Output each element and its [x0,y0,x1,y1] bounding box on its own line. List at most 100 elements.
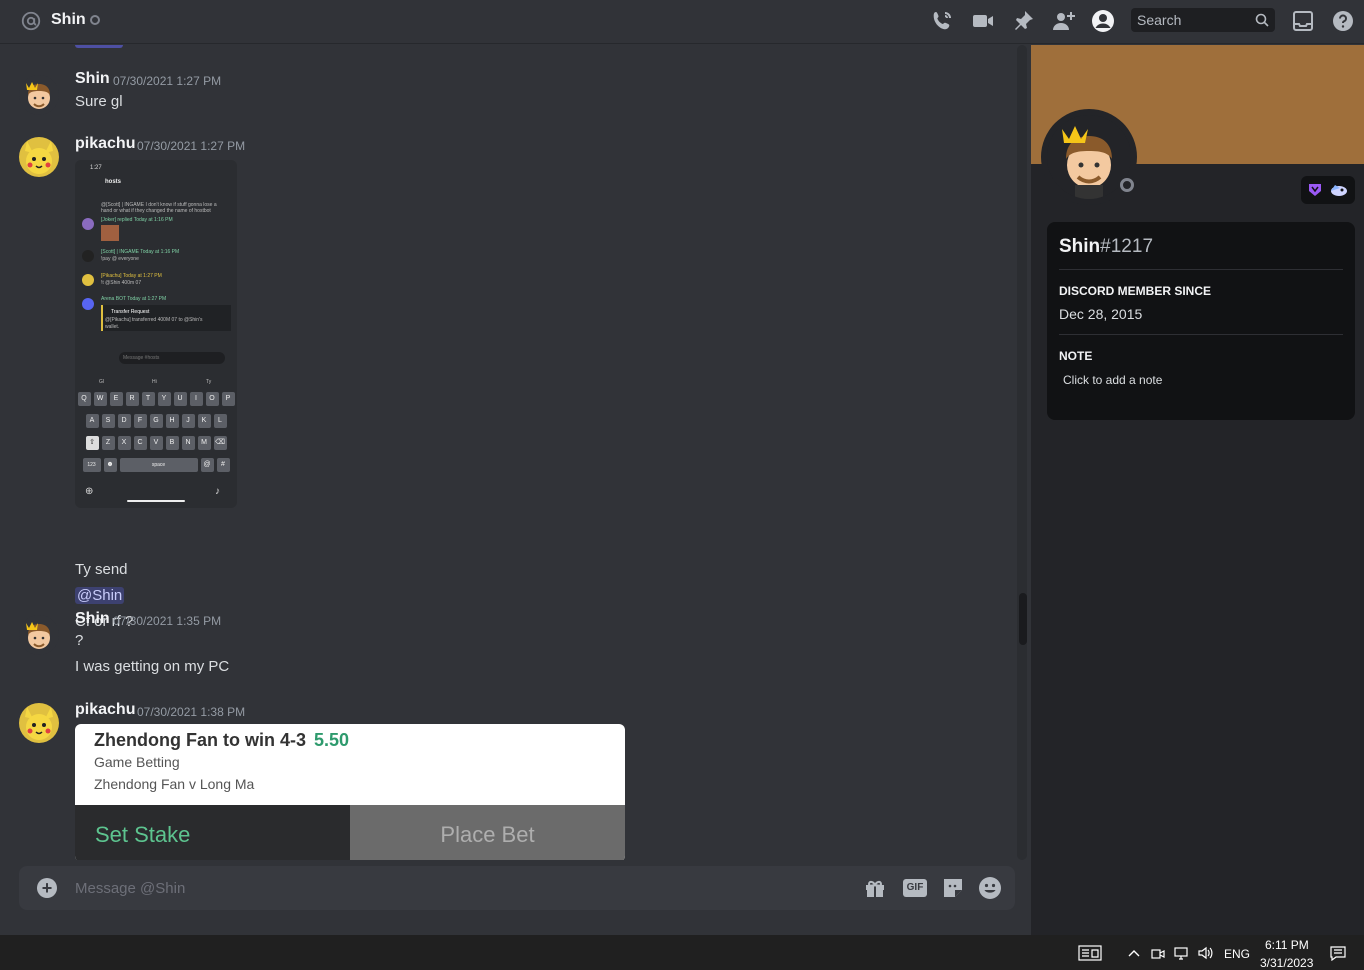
phone-numbers-key: 123 [82,458,101,472]
server-boost-badge-icon[interactable] [1329,181,1349,199]
scrollbar-track[interactable] [1017,45,1027,860]
username[interactable]: pikachu [75,135,135,153]
message: Shin 07/30/2021 1:35 PM ? I was getting … [0,610,1010,680]
phone-key: P [221,392,235,406]
phone-chat-line: hand or what if they changed the name of… [101,208,211,214]
clock-date[interactable]: 3/31/2023 [1260,956,1313,970]
set-stake-button: Set Stake [75,805,350,860]
timestamp: 07/30/2021 1:27 PM [137,139,246,153]
phone-chat-line: !t @Shin 400m 07 [101,280,142,286]
phone-key: R [125,392,139,406]
divider [1059,334,1343,335]
profile-toggle-icon[interactable] [1091,9,1115,33]
gif-button[interactable]: GIF [903,879,927,897]
phone-avatar [82,274,94,286]
user-mention[interactable]: @Shin [75,587,125,604]
nitro-badge-icon[interactable] [1307,182,1323,198]
phone-message-placeholder: Message #hosts [123,355,160,361]
phone-key: G [149,414,163,428]
phone-key: D [117,414,131,428]
phone-key: N [181,436,195,450]
video-call-icon[interactable] [971,9,995,33]
phone-keyboard-row: 123 ☻ space @ # [77,458,235,472]
phone-keyboard-row: Q W E R T Y U I O P [77,392,235,406]
note-input[interactable]: Click to add a note [1063,373,1162,387]
phone-shift-key: ⇧ [85,436,99,450]
phone-chat-line: Arena BOT Today at 1:27 PM [101,296,167,302]
mention-text[interactable]: @Shin [75,587,125,604]
phone-chat-line: wallet. [105,324,120,330]
search-input[interactable] [1131,8,1251,32]
phone-home-indicator [127,500,185,502]
notifications-icon[interactable] [1330,945,1346,962]
phone-avatar [82,250,94,262]
phone-hash-key: # [216,458,230,472]
network-icon[interactable] [1173,945,1189,961]
pin-icon[interactable] [1011,9,1035,33]
message: pikachu 07/30/2021 1:27 PM 1:27 hosts @[… [0,135,1010,630]
language-indicator[interactable]: ENG [1224,947,1250,961]
phone-backspace-key: ⌫ [213,436,227,450]
chevron-up-icon[interactable] [1126,945,1142,961]
phone-channel-name: hosts [105,179,122,185]
phone-key: I [189,392,203,406]
phone-key: X [117,436,131,450]
timestamp: 07/30/2021 1:35 PM [113,614,222,628]
phone-emoji-key: ☻ [103,458,117,472]
inbox-icon[interactable] [1291,9,1315,33]
message-text: Sure gl [75,93,123,110]
phone-key: Y [157,392,171,406]
timestamp: 07/30/2021 1:38 PM [137,705,246,719]
member-since-heading: DISCORD MEMBER SINCE [1059,284,1212,298]
at-sign-icon [20,10,42,32]
phone-chat-line: @[Pikachu] transferred 400M 07 to @Shin'… [105,317,203,323]
search-box[interactable] [1131,8,1275,32]
avatar[interactable] [19,137,59,177]
profile-username[interactable]: Shin [1059,236,1100,257]
message: Shin 07/30/2021 1:27 PM Sure gl [0,70,1010,130]
message-input[interactable] [75,876,835,900]
profile-badges [1301,176,1355,204]
phone-key: J [181,414,195,428]
scrollbar-thumb[interactable] [1019,593,1027,645]
image-attachment[interactable]: 1:27 hosts @[Scott] | INGAME I don't kno… [75,160,237,508]
username[interactable]: pikachu [75,701,135,719]
profile-discriminator[interactable]: #1217 [1100,236,1153,257]
bet-image-attachment[interactable]: Zhendong Fan to win 4-3 5.50 Game Betting… [75,724,625,860]
phone-key: T [141,392,155,406]
volume-icon[interactable] [1197,945,1213,961]
phone-keyboard-row: ⇧ Z X C V B N M ⌫ [77,436,235,450]
avatar[interactable] [19,75,59,115]
bet-match: Zhendong Fan v Long Ma [94,776,255,792]
message-list[interactable]: Shin 07/30/2021 1:27 PM Sure gl pikachu … [0,45,1031,860]
phone-suggestion: Hi [152,379,157,385]
meet-now-icon[interactable] [1150,945,1166,961]
timestamp: 07/30/2021 1:27 PM [113,74,222,88]
phone-chat-line: [Scott] | INGAME Today at 1:16 PM [101,249,180,255]
phone-call-icon[interactable] [930,9,954,33]
search-icon [1255,13,1269,27]
sticker-icon[interactable] [941,876,965,900]
phone-key: F [133,414,147,428]
emoji-icon[interactable] [978,876,1002,900]
avatar[interactable] [19,615,59,655]
gift-icon[interactable] [863,876,887,900]
message-composer: + GIF [19,866,1015,910]
avatar[interactable] [19,703,59,743]
phone-avatar [82,298,94,310]
phone-space-key: space [119,458,198,472]
offline-status-icon [1117,175,1137,195]
help-icon[interactable] [1331,9,1355,33]
offline-status-icon [90,15,100,25]
username[interactable]: Shin [75,70,110,88]
bet-title-row: Zhendong Fan to win 4-3 5.50 [94,730,349,751]
phone-key: L [213,414,227,428]
note-heading: NOTE [1059,349,1093,363]
previous-attachment-edge [75,45,123,48]
news-widget-icon[interactable] [1078,945,1102,961]
clock-time[interactable]: 6:11 PM [1265,938,1309,952]
upload-plus-button[interactable]: + [37,878,57,898]
username[interactable]: Shin [75,610,110,628]
add-friend-icon[interactable] [1052,9,1076,33]
profile-avatar-frame [1041,109,1137,205]
